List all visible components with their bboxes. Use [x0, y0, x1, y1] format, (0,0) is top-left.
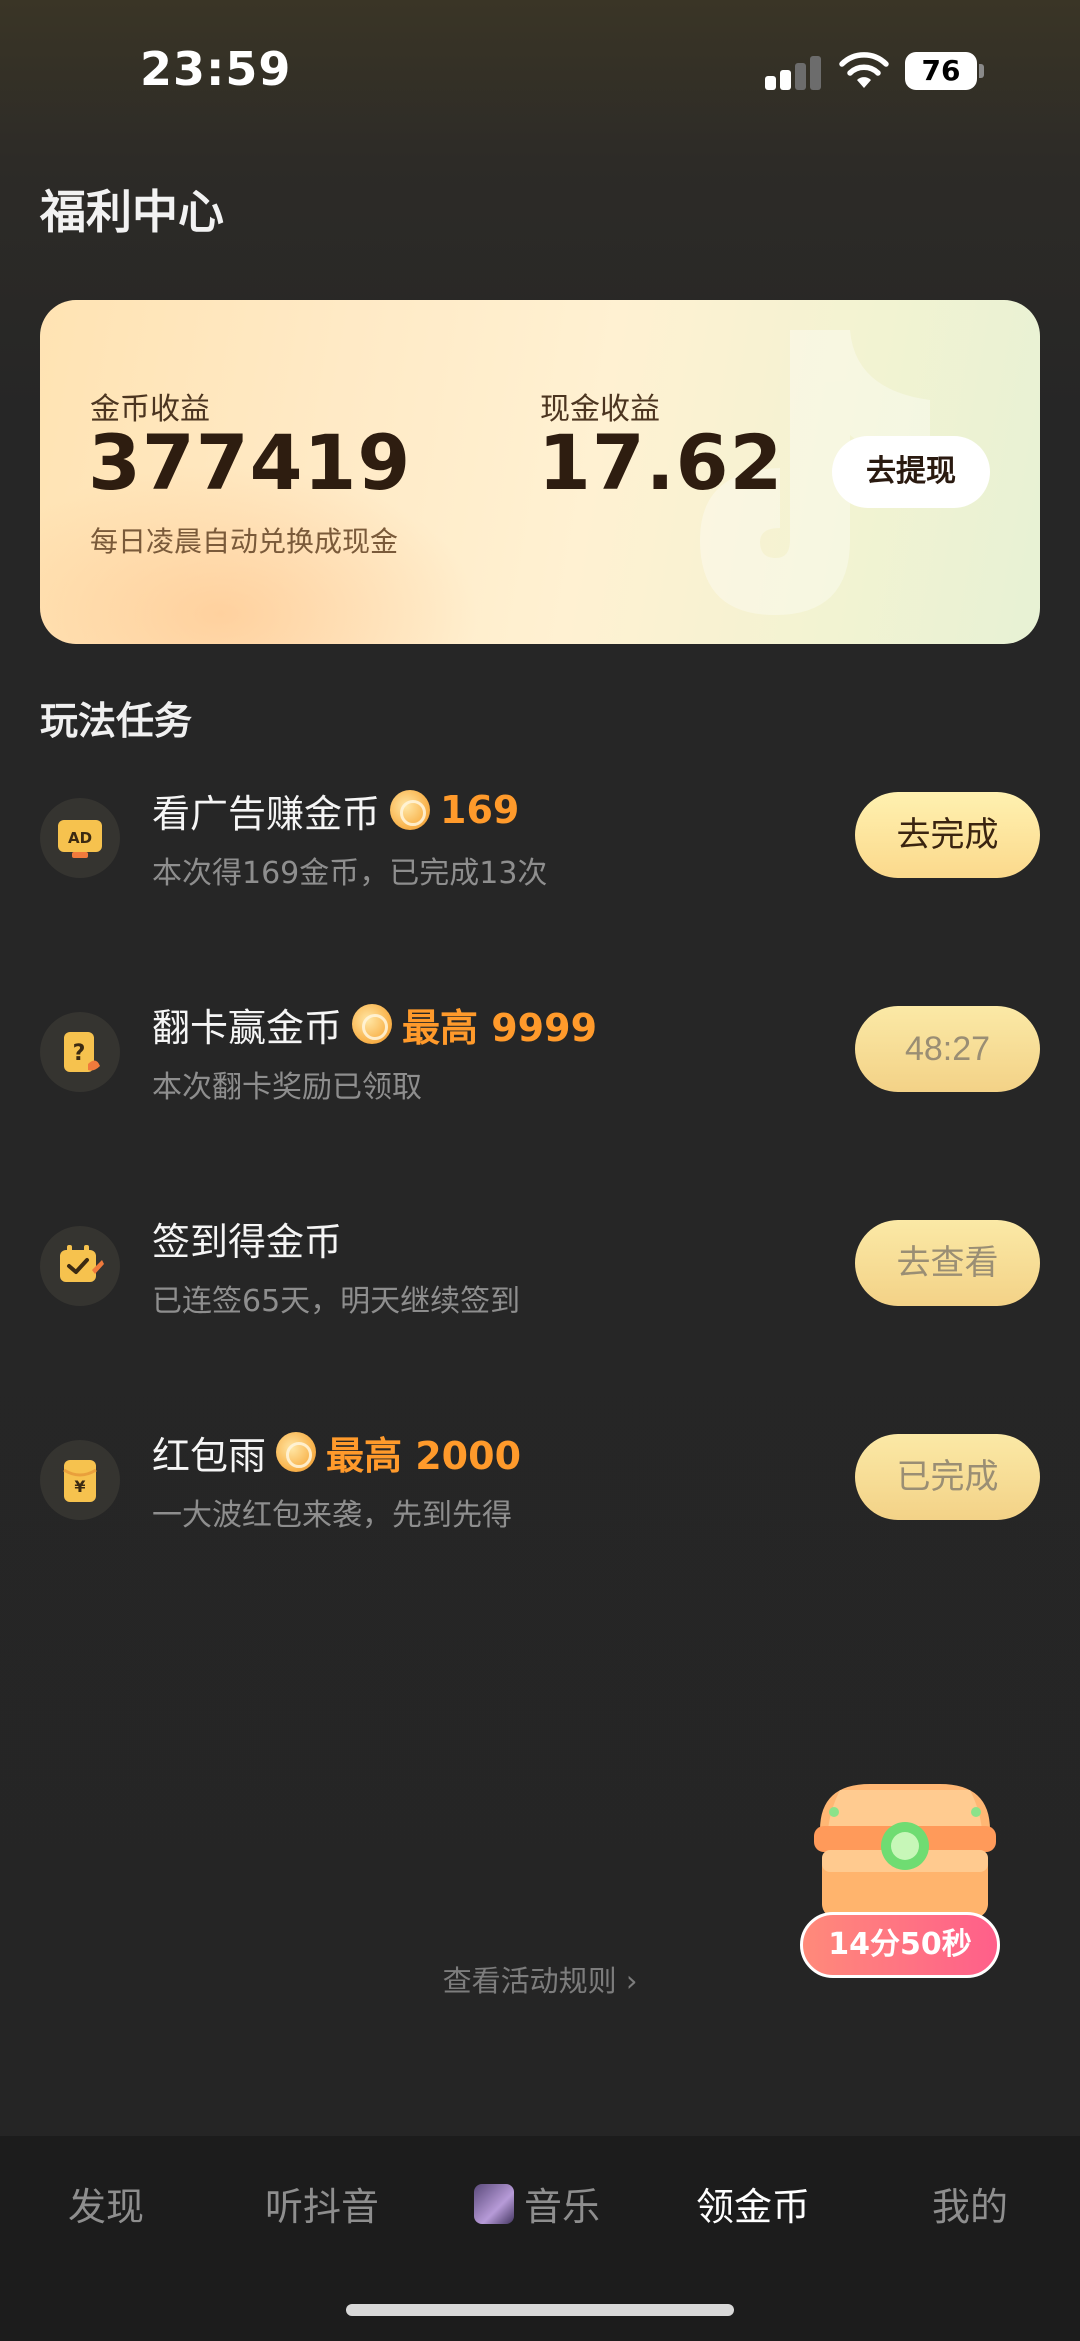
task-title: 红包雨 — [152, 1433, 267, 1478]
treasure-chest-icon[interactable] — [800, 1770, 1010, 1930]
task-reward: 最高 9999 — [402, 1005, 598, 1050]
coin-icon — [276, 1432, 317, 1472]
nav-discover[interactable]: 发现 — [68, 2176, 144, 2231]
exchange-note: 每日凌晨自动兑换成现金 — [90, 525, 399, 558]
task-view-button[interactable]: 去查看 — [855, 1220, 1040, 1306]
earnings-card: 金币收益 377419 现金收益 17.62 每日凌晨自动兑换成现金 去提现 — [40, 300, 1040, 644]
task-countdown-button[interactable]: 48:27 — [855, 1006, 1040, 1092]
nav-label: 领金币 — [696, 2185, 811, 2229]
nav-listen[interactable]: 听抖音 — [265, 2176, 379, 2231]
home-indicator[interactable] — [346, 2304, 734, 2316]
page: 23:59 76 福利中心 金币收益 377419 现金收益 17.62 每日凌… — [0, 0, 1080, 2341]
chevron-right-icon: › — [625, 1964, 638, 1998]
nav-label: 音乐 — [524, 2185, 601, 2229]
status-bar: 23:59 76 — [0, 0, 1080, 150]
svg-text:¥: ¥ — [74, 1477, 85, 1496]
red-envelope-icon: ¥ — [40, 1440, 120, 1520]
coin-icon — [390, 790, 431, 830]
task-subtitle: 本次翻卡奖励已领取 — [152, 1070, 422, 1105]
nav-music[interactable]: 音乐 — [474, 2176, 600, 2231]
task-completed-button[interactable]: 已完成 — [855, 1434, 1040, 1520]
nav-label: 听抖音 — [265, 2185, 380, 2229]
task-reward: 最高 2000 — [326, 1433, 522, 1478]
battery-icon: 76 — [905, 52, 984, 90]
task-title: 签到得金币 — [152, 1219, 343, 1264]
cash-earnings-value: 17.62 — [538, 418, 784, 507]
task-reward: 169 — [440, 788, 520, 832]
activity-rules-label: 查看活动规则 — [442, 1964, 617, 1998]
section-title: 玩法任务 — [40, 699, 193, 743]
wifi-icon — [839, 52, 889, 88]
task-subtitle: 一大波红包来袭，先到先得 — [152, 1498, 512, 1533]
svg-text:AD: AD — [68, 829, 92, 847]
nav-label: 发现 — [68, 2185, 145, 2229]
page-title: 福利中心 — [40, 185, 224, 239]
nav-me[interactable]: 我的 — [932, 2176, 1008, 2231]
battery-level: 76 — [905, 52, 977, 90]
activity-rules-link[interactable]: 查看活动规则 › — [0, 1958, 1080, 2000]
ad-icon: AD — [40, 798, 120, 878]
task-subtitle: 已连签65天，明天继续签到 — [152, 1284, 521, 1319]
check-in-icon — [40, 1226, 120, 1306]
task-row: ? 翻卡赢金币 最高 9999 本次翻卡奖励已领取 48:27 — [0, 982, 1080, 1122]
task-title: 翻卡赢金币 — [152, 1005, 343, 1050]
svg-text:?: ? — [73, 1041, 86, 1066]
task-subtitle: 本次得169金币，已完成13次 — [152, 856, 548, 891]
task-row: 签到得金币 已连签65天，明天继续签到 去查看 — [0, 1196, 1080, 1336]
coin-icon — [352, 1004, 393, 1044]
withdraw-button[interactable]: 去提现 — [832, 436, 990, 508]
nav-earn-coins[interactable]: 领金币 — [696, 2176, 810, 2231]
task-row: ¥ 红包雨 最高 2000 一大波红包来袭，先到先得 已完成 — [0, 1410, 1080, 1550]
status-time: 23:59 — [140, 42, 292, 96]
music-thumbnail-icon — [474, 2183, 514, 2224]
nav-label: 我的 — [932, 2185, 1009, 2229]
cellular-signal-icon — [765, 56, 823, 90]
task-action-button[interactable]: 去完成 — [855, 792, 1040, 878]
task-title: 看广告赚金币 — [152, 791, 381, 836]
coin-earnings-value: 377419 — [88, 418, 412, 507]
card-flip-icon: ? — [40, 1012, 120, 1092]
task-row: AD 看广告赚金币 169 本次得169金币，已完成13次 去完成 — [0, 768, 1080, 908]
